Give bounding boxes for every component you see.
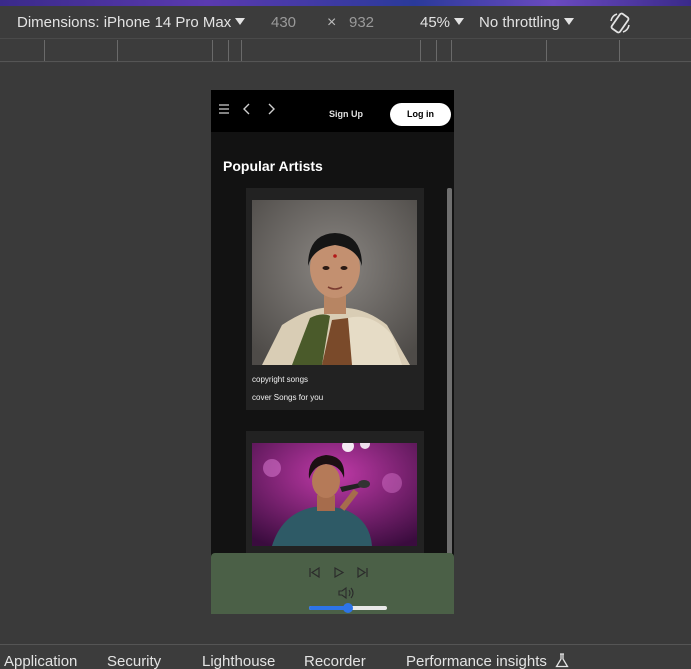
ruler-tick <box>117 40 118 61</box>
ruler-tick <box>44 40 45 61</box>
page-scrollbar[interactable] <box>447 188 452 568</box>
artist-card[interactable] <box>246 431 424 561</box>
width-input[interactable]: 430 <box>271 14 296 31</box>
devtools-panel-tabs: Application Security Lighthouse Recorder… <box>0 644 691 669</box>
artist-card[interactable]: copyright songs cover Songs for you <box>246 188 424 410</box>
throttling-select[interactable]: No throttling <box>479 14 574 31</box>
chevron-left-icon[interactable] <box>242 103 252 118</box>
ruler-tick <box>241 40 242 61</box>
app-header: Sign Up Log in <box>211 90 454 132</box>
volume-slider[interactable] <box>309 603 387 613</box>
artist-image <box>252 443 417 546</box>
signup-button[interactable]: Sign Up <box>329 109 363 119</box>
player-bar <box>211 553 454 614</box>
zoom-select[interactable]: 45% <box>420 14 465 31</box>
ruler-tick <box>420 40 421 61</box>
chevron-down-icon <box>563 18 574 25</box>
media-query-ruler <box>0 40 691 62</box>
device-dimensions-select[interactable]: Dimensions: iPhone 14 Pro Max <box>17 14 246 31</box>
flask-icon <box>555 653 569 669</box>
ruler-tick <box>436 40 437 61</box>
tab-performance-insights-label: Performance insights <box>406 653 547 669</box>
device-dimensions-label: Dimensions: iPhone 14 Pro Max <box>17 14 232 31</box>
device-toolbar: Dimensions: iPhone 14 Pro Max 430 × 932 … <box>0 6 691 39</box>
section-title: Popular Artists <box>223 158 323 174</box>
login-button[interactable]: Log in <box>390 103 451 126</box>
skip-forward-icon[interactable] <box>356 566 369 584</box>
ruler-tick <box>212 40 213 61</box>
ruler-tick <box>228 40 229 61</box>
rotate-icon[interactable] <box>608 11 632 39</box>
chevron-down-icon <box>454 18 465 25</box>
chevron-down-icon <box>235 18 246 25</box>
play-icon[interactable] <box>332 566 345 584</box>
volume-slider-handle[interactable] <box>343 603 353 613</box>
tab-performance-insights[interactable]: Performance insights <box>406 653 569 669</box>
emulated-page: Sign Up Log in Popular Artists copyright… <box>211 90 454 614</box>
tab-application[interactable]: Application <box>4 653 77 669</box>
zoom-label: 45% <box>420 14 451 31</box>
skip-back-icon[interactable] <box>308 566 321 584</box>
tab-recorder[interactable]: Recorder <box>304 653 366 669</box>
menu-icon[interactable] <box>218 103 230 118</box>
ruler-tick <box>546 40 547 61</box>
artist-card-title: copyright songs <box>252 375 309 384</box>
ruler-tick <box>619 40 620 61</box>
dimension-separator: × <box>327 14 337 31</box>
scrollbar-thumb[interactable] <box>447 188 452 568</box>
artist-card-subtitle: cover Songs for you <box>252 393 324 402</box>
tab-security[interactable]: Security <box>107 653 161 669</box>
height-input[interactable]: 932 <box>349 14 374 31</box>
chevron-right-icon[interactable] <box>266 103 276 118</box>
tab-lighthouse[interactable]: Lighthouse <box>202 653 275 669</box>
artist-image <box>252 200 417 365</box>
ruler-tick <box>451 40 452 61</box>
throttling-label: No throttling <box>479 14 560 31</box>
